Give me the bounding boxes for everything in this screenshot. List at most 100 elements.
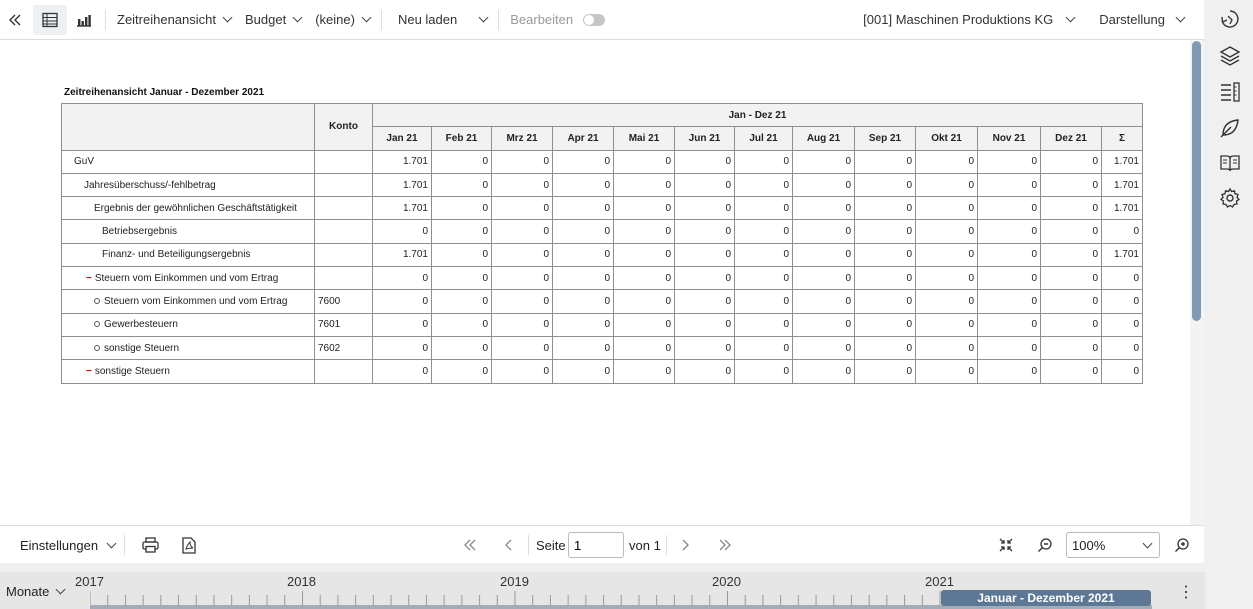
reload-button-label: Neu laden — [397, 12, 458, 27]
value-cell: 0 — [915, 172, 978, 198]
value-cell: 0 — [854, 266, 916, 291]
toolbar: Zeitreihenansicht Budget (keine) Neu lad… — [0, 0, 1204, 40]
value-cell: 0 — [792, 149, 855, 174]
settings-dropdown[interactable]: Einstellungen — [20, 526, 117, 564]
month-column-header: Feb 21 — [431, 126, 492, 151]
value-cell: 0 — [491, 312, 553, 337]
value-cell: 1.701 — [372, 149, 432, 174]
timeline-year: 2017 — [75, 574, 104, 589]
table-row[interactable]: Ergebnis der gewöhnlichen Geschäftstätig… — [61, 196, 1143, 221]
row-label: Betriebsergebnis — [102, 226, 178, 238]
page-number-input[interactable] — [568, 532, 624, 558]
reload-options-dropdown[interactable] — [464, 0, 494, 40]
book-icon[interactable] — [1219, 152, 1241, 174]
fit-page-button[interactable] — [999, 526, 1013, 564]
zoom-select[interactable]: 100% — [1066, 532, 1160, 558]
compare-dropdown[interactable]: (keine) — [308, 0, 377, 40]
value-cell: 0 — [491, 172, 553, 198]
collapse-minus-icon[interactable]: − — [86, 366, 92, 377]
layers-icon[interactable] — [1219, 45, 1241, 67]
company-dropdown-label: [001] Maschinen Produktions KG — [863, 12, 1054, 27]
value-cell: 0 — [674, 312, 735, 337]
table-row[interactable]: Jahresüberschuss/-fehlbetrag 1.701 0 0 0 0 0 0 0… — [61, 172, 1143, 198]
chevron-left-icon — [505, 539, 512, 551]
scrollbar-thumb[interactable] — [1192, 41, 1201, 321]
value-cell: 0 — [854, 172, 916, 198]
reload-button[interactable]: Neu laden — [386, 0, 464, 40]
pdf-file-icon — [182, 536, 196, 554]
zoom-in-button[interactable] — [1174, 526, 1190, 564]
zoom-select-wrap: 100% — [1066, 526, 1160, 564]
chevron-right-icon — [682, 539, 689, 551]
view-dropdown[interactable]: Zeitreihenansicht — [110, 0, 238, 40]
table-row[interactable]: Finanz- und Beteiligungsergebnis 1.701 0 0 0… — [61, 242, 1143, 268]
value-cell: 0 — [977, 242, 1041, 268]
value-cell: 0 — [552, 219, 614, 244]
timeline-range-selection[interactable]: Januar - Dezember 2021 — [941, 590, 1151, 606]
zoom-out-icon — [1038, 538, 1052, 552]
next-page-button[interactable] — [681, 526, 691, 564]
main-panel: Zeitreihenansicht Budget (keine) Neu lad… — [0, 0, 1204, 563]
table-row[interactable]: sonstige Steuern 7602 0 0 0 0 0 0 0 0 0 0 0 0 0 — [61, 335, 1143, 361]
previous-page-button[interactable] — [503, 526, 513, 564]
value-cell: 0 — [431, 312, 492, 337]
footer-toolbar: Einstellungen Seite von 1 — [0, 525, 1204, 563]
value-cell: 0 — [431, 266, 492, 291]
table-row[interactable]: − Steuern vom Einkommen und vom Ertrag 0 0 0… — [61, 266, 1143, 291]
zoom-out-button[interactable] — [1037, 526, 1053, 564]
konto-column-header: Konto — [314, 103, 373, 151]
row-label-cell: Finanz- und Beteiligungsergebnis — [61, 242, 315, 268]
vertical-scrollbar[interactable] — [1190, 41, 1204, 525]
table-row[interactable]: GuV 1.701 0 0 0 0 0 0 0 0 0 0 0 1.701 — [61, 149, 1143, 174]
value-cell: 0 — [674, 196, 735, 221]
sum-cell: 0 — [1101, 359, 1143, 384]
collapse-panel-button[interactable] — [0, 0, 29, 40]
leaf-icon[interactable] — [1219, 117, 1241, 139]
more-options-icon[interactable]: ⋮ — [1178, 582, 1194, 602]
value-cell: 0 — [674, 219, 735, 244]
row-label-cell: Jahresüberschuss/-fehlbetrag — [61, 172, 315, 198]
konto-cell — [314, 219, 373, 244]
last-page-button[interactable] — [718, 526, 732, 564]
footer-divider — [528, 526, 529, 564]
print-button[interactable] — [142, 526, 159, 564]
konto-cell — [314, 359, 373, 384]
value-cell: 0 — [977, 196, 1041, 221]
chevron-down-icon — [478, 12, 489, 23]
value-cell: 0 — [613, 266, 675, 291]
gear-icon[interactable] — [1219, 187, 1241, 209]
value-cell: 0 — [915, 219, 978, 244]
value-cell: 0 — [674, 172, 735, 198]
sum-cell: 0 — [1101, 219, 1143, 244]
value-cell: 0 — [977, 312, 1041, 337]
konto-cell — [314, 266, 373, 291]
month-column-header: Aug 21 — [792, 126, 855, 151]
edit-toggle[interactable]: Bearbeiten — [503, 0, 612, 40]
table-row[interactable]: Gewerbesteuern 7601 0 0 0 0 0 0 0 0 0 0 0 0 0 — [61, 312, 1143, 337]
collapse-minus-icon[interactable]: − — [86, 273, 92, 284]
company-dropdown[interactable]: [001] Maschinen Produktions KG — [856, 0, 1092, 40]
value-cell: 0 — [674, 242, 735, 268]
chart-view-button[interactable] — [67, 5, 101, 35]
row-label-cell: − sonstige Steuern — [61, 359, 315, 384]
display-dropdown[interactable]: Darstellung — [1092, 0, 1204, 40]
compare-dropdown-label: (keine) — [315, 12, 355, 27]
konto-cell: 7602 — [314, 335, 373, 361]
value-cell: 0 — [613, 289, 675, 314]
table-row[interactable]: Betriebsergebnis 0 0 0 0 0 0 0 0 0 0 0 0 0 — [61, 219, 1143, 244]
timeline-year: 2020 — [712, 574, 741, 589]
month-column-header: Mrz 21 — [491, 126, 553, 151]
pdf-export-button[interactable] — [182, 526, 196, 564]
timeline-unit-dropdown[interactable]: Monate — [6, 584, 66, 599]
sum-cell: 1.701 — [1101, 172, 1143, 198]
value-cell: 0 — [854, 149, 916, 174]
list-ruler-icon[interactable] — [1219, 81, 1241, 103]
table-view-button[interactable] — [33, 4, 67, 35]
value-cell: 0 — [552, 149, 614, 174]
first-page-button[interactable] — [463, 526, 477, 564]
value-cell: 0 — [734, 359, 793, 384]
history-icon[interactable] — [1219, 8, 1241, 30]
table-row[interactable]: − sonstige Steuern 0 0 0 0 0 0 0 0 0 0 0 0 0 — [61, 359, 1143, 384]
table-row[interactable]: Steuern vom Einkommen und vom Ertrag 7600… — [61, 289, 1143, 314]
scenario-dropdown[interactable]: Budget — [238, 0, 308, 40]
